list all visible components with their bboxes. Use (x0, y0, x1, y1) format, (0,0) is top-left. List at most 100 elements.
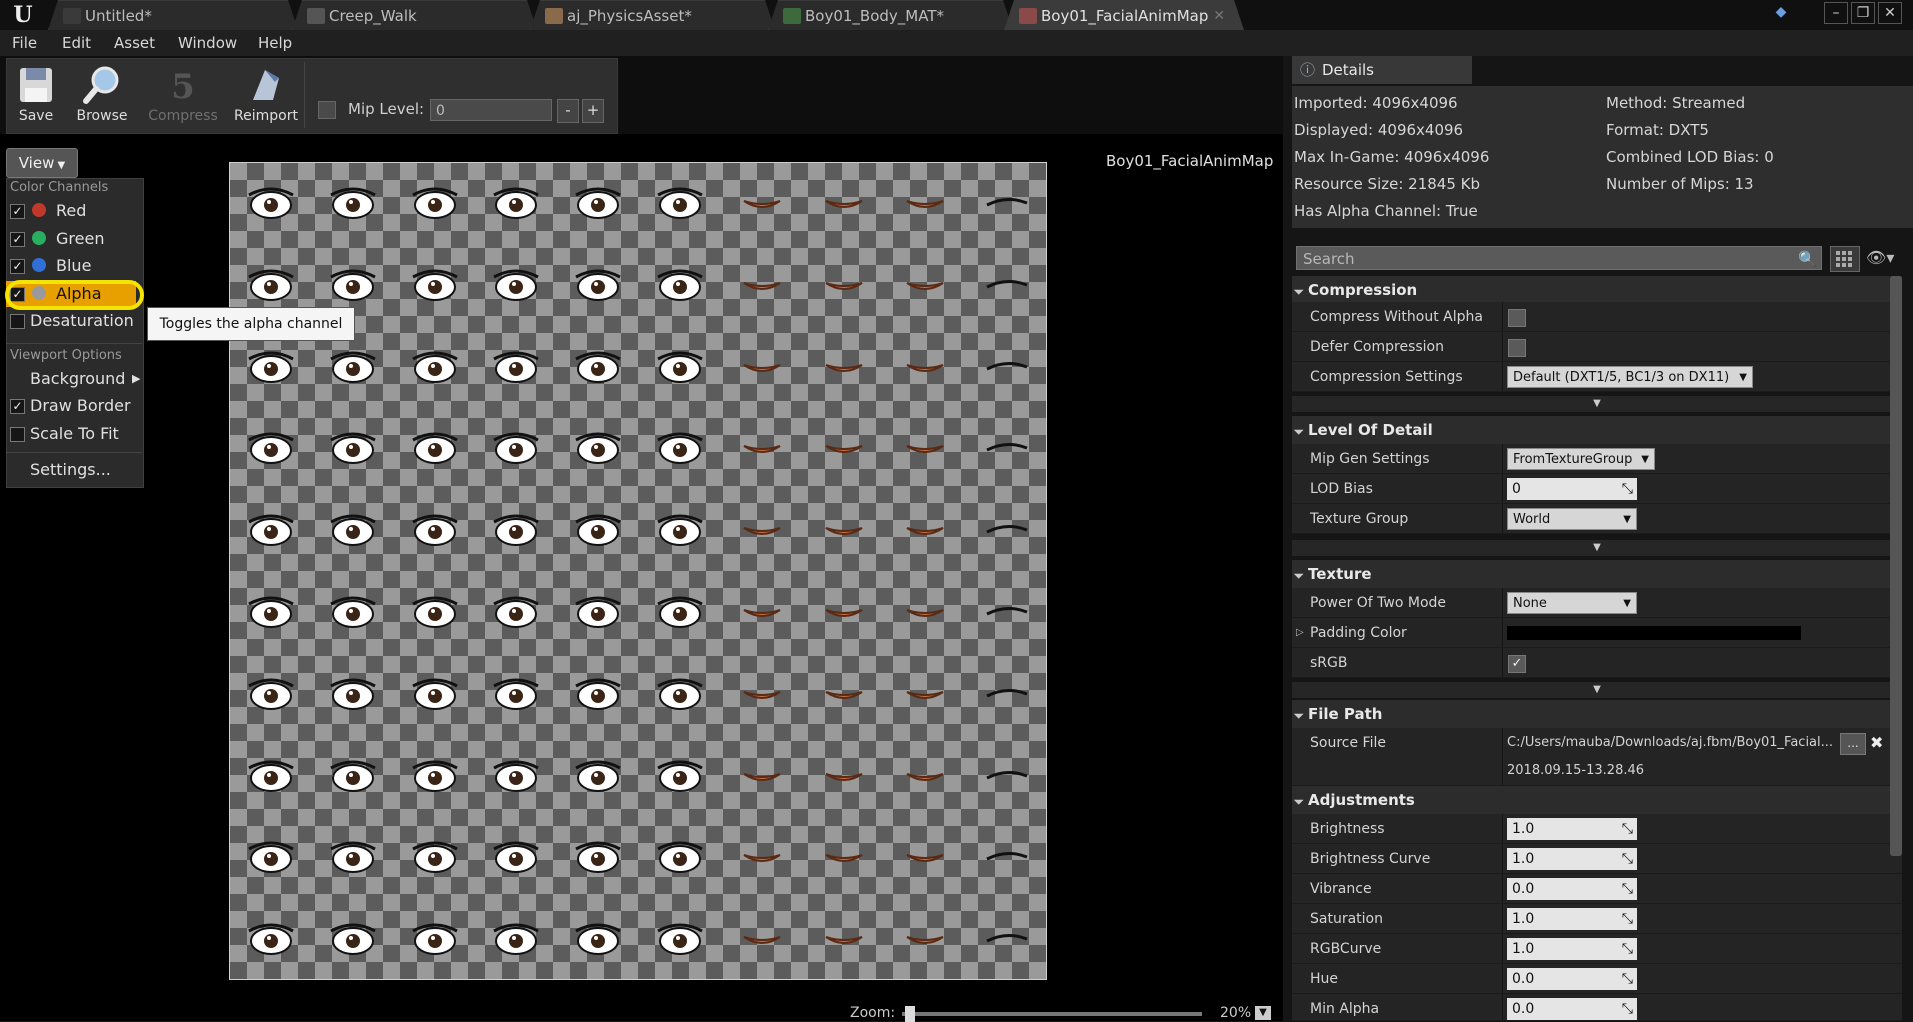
mip-level-field[interactable]: 0 (430, 99, 552, 121)
file-path-category[interactable]: File Path (1292, 700, 1902, 728)
visibility-options-eye-icon[interactable]: 👁▾ (1866, 248, 1902, 268)
details-search-input[interactable]: Search 🔍 (1296, 246, 1822, 270)
compression-category[interactable]: Compression (1292, 276, 1902, 304)
mouth-sprite (825, 690, 863, 699)
source-control-icon[interactable]: ◆ (1770, 2, 1792, 22)
padding-color-swatch[interactable] (1507, 626, 1801, 640)
browse-source-button[interactable]: ... (1840, 733, 1866, 755)
brightness-curve-field[interactable]: 1.0 (1507, 848, 1637, 870)
vibrance-field[interactable]: 0.0 (1507, 878, 1637, 900)
hue-field[interactable]: 0.0 (1507, 968, 1637, 990)
blue-channel-icon (32, 258, 46, 272)
mip-decrease-button[interactable]: - (557, 99, 579, 123)
tab-untitled[interactable]: Untitled* (48, 0, 298, 30)
details-scrollbar[interactable] (1890, 276, 1902, 856)
mouth-sprite (825, 527, 863, 536)
adjustments-category[interactable]: Adjustments (1292, 786, 1902, 814)
eye-sprite (657, 923, 703, 956)
power-of-two-dropdown[interactable]: None (1507, 592, 1637, 615)
property-matrix-icon[interactable] (1830, 246, 1860, 272)
eye-sprite (493, 596, 540, 628)
mip-gen-settings-dropdown[interactable]: FromTextureGroup (1507, 448, 1655, 471)
toolbar-divider (304, 62, 305, 128)
mip-increase-button[interactable]: + (582, 99, 604, 123)
minimize-button[interactable]: – (1824, 2, 1848, 24)
eye-sprite (248, 678, 294, 710)
mouth-sprite (825, 200, 863, 208)
eyebrow-sprite (986, 770, 1028, 779)
advanced-expand-icon[interactable]: ▼ (1292, 396, 1902, 412)
tab-creep-walk[interactable]: Creep_Walk (292, 0, 537, 30)
property-label: Min Alpha (1310, 1001, 1380, 1017)
menu-window[interactable]: Window (178, 30, 237, 56)
channel-blue-toggle[interactable]: ✓ Blue (6, 253, 136, 279)
eye-sprite (411, 596, 458, 628)
menu-asset[interactable]: Asset (114, 30, 155, 56)
zoom-slider[interactable] (902, 1012, 1202, 1016)
menu-edit[interactable]: Edit (62, 30, 91, 56)
eye-sprite (657, 841, 703, 874)
unreal-logo-icon[interactable]: U (4, 2, 42, 28)
hue-row: Hue 0.0 (1292, 964, 1902, 994)
zoom-dropdown-icon[interactable]: ▼ (1255, 1006, 1271, 1020)
texture-group-dropdown[interactable]: World (1507, 508, 1637, 531)
desaturation-toggle[interactable]: Desaturation (6, 308, 136, 334)
min-alpha-field[interactable]: 0.0 (1507, 998, 1637, 1020)
reimport-button[interactable]: Reimport (230, 60, 302, 130)
channel-red-toggle[interactable]: ✓ Red (6, 198, 136, 224)
vibrance-row: Vibrance 0.0 (1292, 874, 1902, 904)
advanced-expand-icon[interactable]: ▼ (1292, 540, 1902, 556)
scale-to-fit-toggle[interactable]: Scale To Fit (6, 421, 136, 447)
brightness-field[interactable]: 1.0 (1507, 818, 1637, 840)
settings-menu-item[interactable]: Settings... (6, 457, 136, 483)
tab-physics-asset[interactable]: aj_PhysicsAsset* (530, 0, 775, 30)
level-of-detail-category[interactable]: Level Of Detail (1292, 416, 1902, 444)
column-divider (1502, 728, 1503, 785)
zoom-slider-handle[interactable] (905, 1006, 915, 1022)
compress-without-alpha-checkbox[interactable] (1508, 309, 1526, 327)
chevron-down-icon: ▼ (54, 160, 66, 171)
srgb-checkbox[interactable]: ✓ (1508, 655, 1526, 673)
tab-label: aj_PhysicsAsset* (567, 7, 692, 25)
browse-button[interactable]: Browse (68, 60, 136, 130)
defer-compression-checkbox[interactable] (1508, 339, 1526, 357)
menu-file[interactable]: File (12, 30, 37, 56)
close-tab-icon[interactable]: ✕ (1213, 1, 1225, 31)
mouth-sprite (825, 936, 863, 945)
clear-source-icon[interactable]: ✖ (1870, 728, 1883, 758)
channel-green-toggle[interactable]: ✓ Green (6, 226, 136, 252)
compress-button[interactable]: 5 Compress (148, 60, 218, 130)
saturation-field[interactable]: 1.0 (1507, 908, 1637, 930)
expand-arrow-icon[interactable]: ▷ (1296, 618, 1304, 648)
column-divider (1502, 504, 1503, 533)
info-num-mips: Number of Mips: 13 (1606, 175, 1754, 193)
draw-border-toggle[interactable]: ✓ Draw Border (6, 393, 136, 419)
saturation-row: Saturation 1.0 (1292, 904, 1902, 934)
eyebrow-sprite (986, 688, 1028, 698)
compression-settings-dropdown[interactable]: Default (DXT1/5, BC1/3 on DX11) (1507, 366, 1753, 389)
details-tab[interactable]: ⓘ Details (1292, 56, 1472, 84)
mouth-sprite (743, 445, 781, 454)
view-menu-button[interactable]: View ▼ (6, 148, 78, 178)
menu-help[interactable]: Help (258, 30, 292, 56)
advanced-expand-icon[interactable]: ▼ (1292, 682, 1902, 698)
save-button[interactable]: Save (2, 60, 70, 130)
eye-sprite (493, 760, 540, 792)
texture-canvas[interactable] (229, 162, 1047, 980)
power-of-two-row: Power Of Two Mode None (1292, 588, 1902, 618)
rgbcurve-field[interactable]: 1.0 (1507, 938, 1637, 960)
reimport-label: Reimport (234, 108, 298, 124)
property-label: Vibrance (1310, 881, 1372, 897)
maximize-button[interactable]: ❐ (1851, 2, 1875, 24)
close-window-button[interactable]: ✕ (1878, 2, 1902, 24)
background-submenu[interactable]: Background ▶ (6, 366, 140, 392)
eye-sprite (248, 351, 294, 383)
eye-sprite (493, 187, 540, 219)
mip-level-checkbox[interactable] (318, 101, 336, 119)
lod-bias-field[interactable]: 0 (1507, 478, 1637, 500)
texture-category[interactable]: Texture (1292, 560, 1902, 588)
eye-sprite (411, 760, 458, 792)
tab-body-material[interactable]: Boy01_Body_MAT* (768, 0, 1013, 30)
tab-facial-anim-map[interactable]: Boy01_FacialAnimMap ✕ (1004, 0, 1244, 30)
eyebrow-sprite (986, 852, 1028, 861)
